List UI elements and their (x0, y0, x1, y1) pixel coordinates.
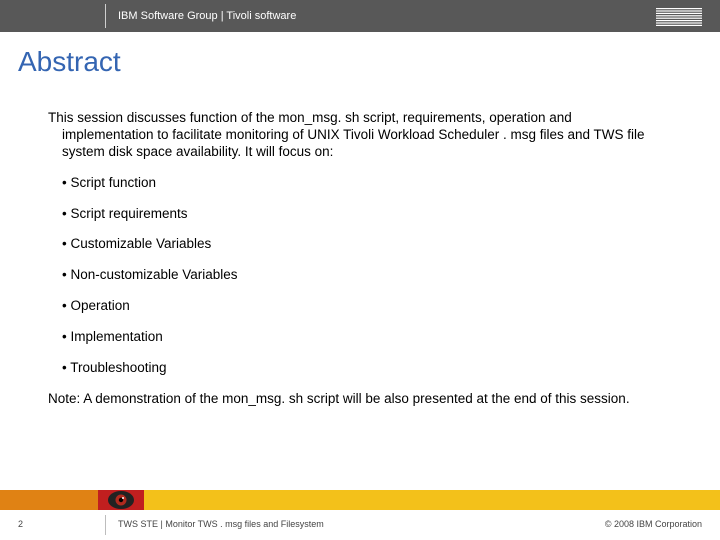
slide-header: IBM Software Group | Tivoli software (0, 0, 720, 32)
bullet-list: Script function Script requirements Cust… (48, 175, 660, 377)
color-strip (0, 490, 720, 510)
list-item: Script requirements (62, 206, 660, 223)
slide-footer: 2 TWS STE | Monitor TWS . msg files and … (0, 510, 720, 540)
slide-body: This session discusses function of the m… (48, 110, 660, 408)
list-item: Script function (62, 175, 660, 192)
strip-yellow (144, 490, 720, 510)
footer-copyright: © 2008 IBM Corporation (605, 519, 702, 529)
list-item: Troubleshooting (62, 360, 660, 377)
list-item: Customizable Variables (62, 236, 660, 253)
list-item: Non-customizable Variables (62, 267, 660, 284)
page-number: 2 (18, 519, 23, 529)
strip-orange (0, 490, 98, 510)
footer-center-text: TWS STE | Monitor TWS . msg files and Fi… (118, 519, 324, 529)
list-item: Implementation (62, 329, 660, 346)
header-text: IBM Software Group | Tivoli software (118, 0, 296, 32)
ibm-logo-icon (656, 7, 702, 25)
eye-icon (106, 488, 136, 512)
note-paragraph: Note: A demonstration of the mon_msg. sh… (48, 391, 660, 408)
footer-divider (105, 515, 106, 535)
intro-paragraph: This session discusses function of the m… (48, 110, 660, 161)
list-item: Operation (62, 298, 660, 315)
header-divider (105, 4, 106, 28)
slide-title: Abstract (18, 46, 720, 78)
